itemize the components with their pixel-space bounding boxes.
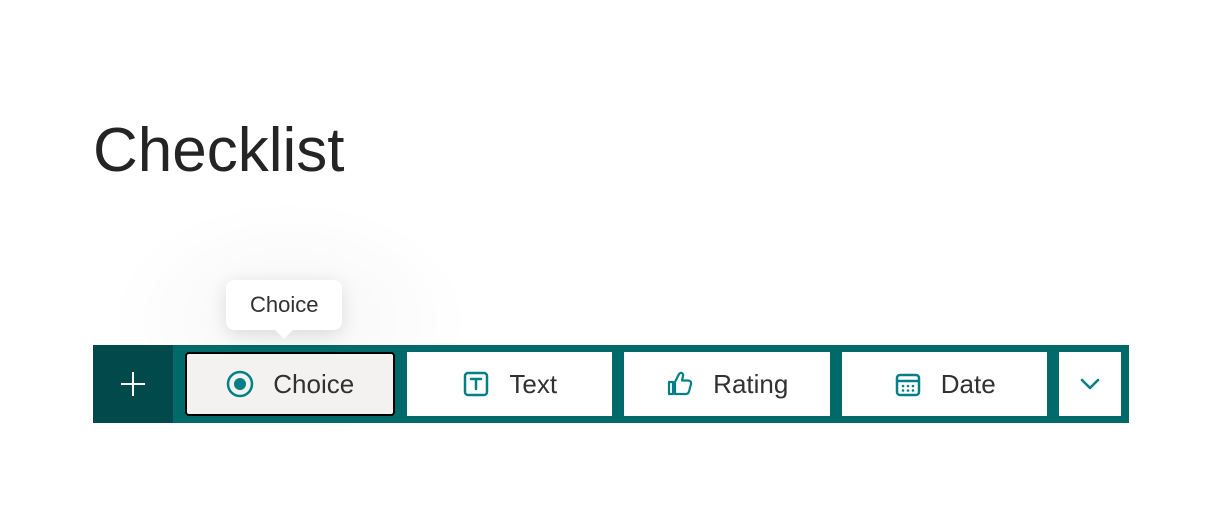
page-title: Checklist xyxy=(93,115,345,186)
date-label: Date xyxy=(941,369,996,400)
choice-button[interactable]: Choice xyxy=(185,352,395,416)
date-button[interactable]: Date xyxy=(842,352,1048,416)
text-label: Text xyxy=(509,369,557,400)
rating-button[interactable]: Rating xyxy=(624,352,830,416)
text-button[interactable]: Text xyxy=(407,352,613,416)
rating-label: Rating xyxy=(713,369,788,400)
more-options-button[interactable] xyxy=(1059,352,1121,416)
radio-icon xyxy=(225,369,255,399)
thumbs-up-icon xyxy=(665,369,695,399)
calendar-icon xyxy=(893,369,923,399)
plus-icon xyxy=(118,369,148,399)
choice-label: Choice xyxy=(273,369,354,400)
question-type-toolbar: Choice Text Rating xyxy=(93,345,1129,423)
text-icon xyxy=(461,369,491,399)
tooltip-text: Choice xyxy=(250,292,318,317)
tooltip: Choice xyxy=(226,280,342,330)
chevron-down-icon xyxy=(1077,371,1103,397)
add-button[interactable] xyxy=(93,345,173,423)
